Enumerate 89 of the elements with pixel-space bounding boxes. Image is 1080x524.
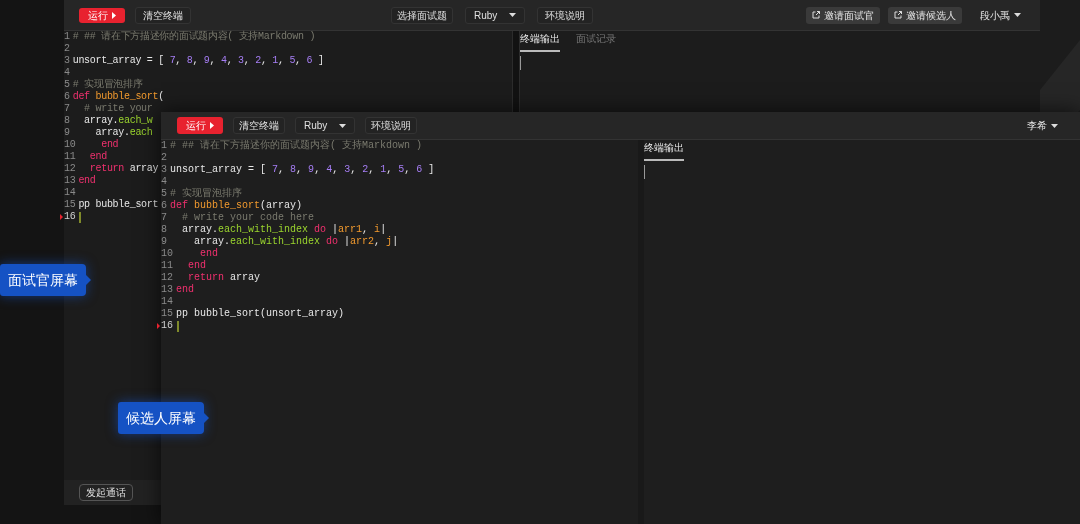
caret-icon	[1051, 123, 1058, 128]
line-number: 7	[161, 212, 167, 224]
line-number: 2	[64, 43, 70, 55]
clear-terminal-button[interactable]: 清空终端	[233, 117, 285, 134]
caret-icon	[339, 123, 347, 128]
code-line: pp bubble_sort	[78, 199, 159, 211]
line-number: 8	[64, 115, 70, 127]
line-number: 1	[64, 31, 70, 43]
code-line: end	[176, 284, 195, 296]
text-cursor	[520, 56, 521, 70]
line-number: 13	[64, 175, 76, 187]
start-call-button[interactable]: 发起通话	[79, 484, 133, 501]
line-number: 6	[161, 200, 167, 212]
line-number: 8	[161, 224, 167, 236]
code-line: array.each_w	[83, 115, 153, 127]
code-line: # write your code here	[181, 212, 315, 224]
line-number: 11	[64, 151, 76, 163]
code-line: end	[187, 260, 207, 272]
code-line: end	[78, 175, 96, 187]
run-button[interactable]: 运行	[177, 117, 223, 134]
text-cursor	[177, 320, 179, 332]
output-tab[interactable]: 终端输出	[644, 140, 684, 161]
code-line: unsort_array = [ 7, 8, 9, 4, 3, 2, 1, 5, 6 ]	[72, 55, 324, 67]
environment-button[interactable]: 环境说明	[365, 117, 418, 134]
code-line: # 实现冒泡排序	[170, 188, 243, 200]
invite-button[interactable]: 邀请候选人	[888, 6, 962, 24]
line-number: 6	[64, 91, 70, 103]
line-number: 12	[161, 272, 173, 284]
run-button[interactable]: 运行	[79, 7, 125, 23]
language-select[interactable]: Ruby	[465, 6, 526, 24]
code-line: array.each_with_index do |arr2, j|	[193, 236, 399, 248]
code-line: # ## 请在下方描述你的面试题内容( 支持Markdown )	[170, 140, 423, 152]
code-line: array.each	[94, 127, 153, 139]
line-number: 9	[161, 236, 167, 248]
external-link-icon	[812, 11, 820, 19]
line-number: 14	[161, 296, 173, 308]
line-number: 16	[64, 211, 76, 223]
play-icon	[210, 122, 214, 129]
user-menu[interactable]: 李希	[1027, 118, 1058, 133]
code-line: pp bubble_sort(unsort_array)	[176, 308, 345, 320]
line-number: 5	[161, 188, 167, 200]
line-number: 11	[161, 260, 173, 272]
clear-terminal-button[interactable]: 清空终端	[135, 6, 191, 24]
play-icon	[112, 11, 116, 19]
environment-button[interactable]: 环境说明	[537, 6, 594, 24]
external-link-icon	[894, 11, 902, 19]
line-number: 9	[64, 127, 70, 139]
line-number: 10	[161, 248, 173, 260]
line-number: 5	[64, 79, 70, 91]
line-number: 3	[64, 55, 70, 67]
invite-button[interactable]: 邀请面试官	[806, 6, 880, 24]
language-select[interactable]: Ruby	[295, 117, 356, 134]
line-number: 2	[161, 152, 167, 164]
caret-icon	[509, 13, 517, 17]
code-line: def bubble_sort(array)	[170, 200, 303, 212]
pane-splitter[interactable]	[638, 140, 644, 524]
text-cursor	[644, 165, 645, 179]
code-line: array.each_with_index do |arr1, i|	[181, 224, 387, 236]
line-number: 7	[64, 103, 70, 115]
text-cursor	[79, 211, 82, 223]
code-line: # write your	[83, 103, 153, 115]
line-number: 4	[161, 176, 167, 188]
line-number: 10	[64, 139, 76, 151]
line-number: 4	[64, 67, 70, 79]
select-question-button[interactable]: 选择面试题	[391, 6, 453, 24]
user-menu[interactable]: 段小禹	[980, 7, 1021, 23]
line-number: 14	[64, 187, 76, 199]
line-number: 13	[161, 284, 173, 296]
code-line: return array	[187, 272, 261, 284]
code-line: end	[199, 248, 219, 260]
line-number: 15	[64, 199, 76, 211]
code-line: unsort_array = [ 7, 8, 9, 4, 3, 2, 1, 5, 6 ]	[170, 164, 435, 176]
line-number: 16	[161, 320, 173, 332]
code-line: # 实现冒泡排序	[72, 79, 143, 91]
pane-splitter[interactable]	[512, 31, 520, 112]
callout-label: 候选人屏幕	[118, 402, 209, 434]
line-number: 15	[161, 308, 173, 320]
code-line: # ## 请在下方描述你的面试题内容( 支持Markdown )	[72, 31, 316, 43]
code-line: def bubble_sort(	[72, 91, 164, 103]
line-number: 3	[161, 164, 167, 176]
caret-icon	[1014, 13, 1021, 17]
line-number: 1	[161, 140, 167, 152]
code-line: end	[88, 151, 107, 163]
line-number: 12	[64, 163, 76, 175]
callout-label: 面试官屏幕	[0, 264, 91, 296]
output-tab[interactable]: 终端输出	[520, 31, 560, 52]
output-tab[interactable]: 面试记录	[576, 31, 616, 52]
code-line: end	[100, 139, 119, 151]
code-line: return array	[88, 163, 159, 175]
